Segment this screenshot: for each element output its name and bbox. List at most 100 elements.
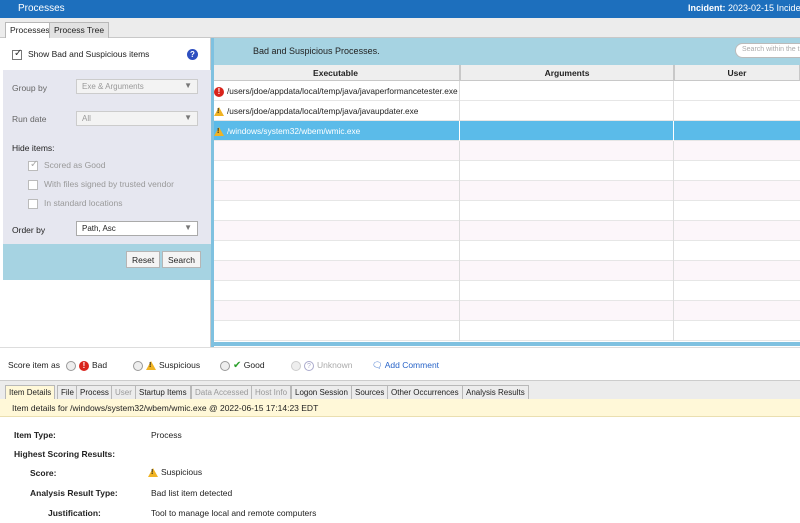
title-bar: Processes Incident: 2023-02-15 Incident — [0, 0, 800, 18]
empty-row — [211, 161, 800, 181]
user-cell — [674, 81, 800, 101]
warning-icon — [146, 361, 156, 371]
add-comment-label: Add Comment — [384, 360, 440, 370]
hide-standard-label: In standard locations — [44, 198, 123, 208]
table-search-input[interactable]: Search within the table — [735, 43, 800, 58]
table-row[interactable]: /users/jdoe/appdata/local/temp/java/java… — [211, 101, 800, 121]
horizontal-scrollbar[interactable] — [211, 342, 800, 346]
hide-signed-label: With files signed by trusted vendor — [44, 179, 174, 189]
highest-scoring-label: Highest Scoring Results: — [14, 449, 116, 459]
warning-icon — [148, 468, 158, 478]
warning-icon — [214, 127, 224, 137]
justification-value: Tool to manage local and remote computer… — [151, 508, 317, 518]
incident-label: Incident: — [688, 3, 726, 13]
tab-user[interactable]: User — [111, 385, 136, 400]
empty-row — [211, 221, 800, 241]
empty-row — [211, 321, 800, 341]
question-icon: ? — [304, 360, 314, 371]
table-row-selected[interactable]: /windows/system32/wbem/wmic.exe — [211, 121, 800, 141]
arguments-cell — [460, 121, 674, 141]
order-by-value: Path, Asc — [82, 224, 116, 233]
hide-scored-good-label: Scored as Good — [44, 160, 106, 170]
user-cell — [674, 121, 800, 141]
tab-file[interactable]: File — [57, 385, 78, 400]
show-bad-label: Show Bad and Suspicious items — [28, 49, 150, 59]
tab-host-info[interactable]: Host Info — [251, 385, 292, 400]
hide-scored-good-row: Scored as Good — [28, 159, 106, 171]
incident-info: Incident: 2023-02-15 Incident — [688, 3, 800, 13]
incident-value: 2023-02-15 Incident — [728, 3, 800, 13]
hide-signed-checkbox[interactable] — [28, 179, 38, 190]
column-header-executable[interactable]: Executable — [211, 65, 460, 81]
splitter-handle[interactable] — [211, 38, 214, 347]
tab-process-tree[interactable]: Process Tree — [49, 22, 110, 38]
reset-button[interactable]: Reset — [126, 251, 161, 268]
window-title: Processes — [18, 3, 65, 14]
check-icon: ✔ — [233, 360, 242, 371]
hide-items-label: Hide items: — [12, 143, 55, 153]
show-bad-checkbox[interactable] — [12, 48, 22, 60]
bad-radio[interactable] — [66, 360, 76, 371]
score-suspicious-option[interactable]: Suspicious — [133, 360, 200, 371]
hide-signed-row: With files signed by trusted vendor — [28, 179, 174, 190]
column-header-user[interactable]: User — [674, 65, 800, 81]
group-by-dropdown[interactable]: Exe & Arguments ▼ — [76, 79, 198, 94]
unknown-radio[interactable] — [291, 360, 301, 371]
group-by-value: Exe & Arguments — [82, 82, 144, 91]
empty-row — [211, 241, 800, 261]
score-unknown-option[interactable]: ? Unknown — [291, 360, 352, 371]
hide-scored-good-checkbox[interactable] — [28, 159, 38, 171]
good-radio[interactable] — [220, 360, 230, 371]
tab-process[interactable]: Process — [76, 385, 113, 400]
score-field-value: Suspicious — [148, 467, 203, 478]
grid-caption-band: Bad and Suspicious Processes. Search wit… — [211, 38, 800, 65]
score-good-option[interactable]: ✔ Good — [220, 360, 265, 371]
empty-row — [211, 281, 800, 301]
tab-other-occurrences[interactable]: Other Occurrences — [387, 385, 463, 400]
tab-processes[interactable]: Processes — [5, 22, 55, 38]
order-by-dropdown[interactable]: Path, Asc ▼ — [76, 221, 198, 236]
filter-panel: Show Bad and Suspicious items ? Group by… — [0, 38, 211, 347]
suspicious-radio[interactable] — [133, 360, 143, 371]
item-details-header: Item details for /windows/system32/wbem/… — [0, 399, 800, 417]
tab-logon-session[interactable]: Logon Session — [291, 385, 352, 400]
chevron-down-icon: ▼ — [184, 81, 192, 90]
tab-data-accessed[interactable]: Data Accessed — [191, 385, 253, 400]
tab-sources[interactable]: Sources — [351, 385, 389, 400]
tab-startup-items[interactable]: Startup Items — [135, 385, 191, 400]
item-type-label: Item Type: — [14, 430, 56, 440]
tab-item-details[interactable]: Item Details — [5, 385, 56, 400]
empty-row — [211, 181, 800, 201]
tab-analysis-results[interactable]: Analysis Results — [462, 385, 529, 400]
score-bar: Score item as !Bad Suspicious ✔ Good ?Un… — [0, 347, 800, 379]
unknown-label: Unknown — [317, 360, 353, 370]
search-button[interactable]: Search — [162, 251, 201, 268]
hide-standard-checkbox[interactable] — [28, 198, 38, 209]
executable-cell: /windows/system32/wbem/wmic.exe — [211, 121, 460, 141]
score-value-text: Suspicious — [161, 467, 203, 477]
warning-icon — [214, 107, 224, 117]
suspicious-label: Suspicious — [159, 360, 201, 370]
group-by-label: Group by — [12, 83, 47, 93]
executable-cell: !/users/jdoe/appdata/local/temp/java/jav… — [211, 81, 460, 101]
run-date-dropdown[interactable]: All ▼ — [76, 111, 198, 126]
analysis-type-value: Bad list item detected — [151, 488, 233, 498]
item-type-value: Process — [151, 430, 182, 440]
score-bad-option[interactable]: ! Bad — [66, 360, 107, 371]
table-row[interactable]: !/users/jdoe/appdata/local/temp/java/jav… — [211, 81, 800, 101]
chevron-down-icon: ▼ — [184, 113, 192, 122]
executable-path: /users/jdoe/appdata/local/temp/java/java… — [227, 106, 419, 116]
arguments-cell — [460, 81, 674, 101]
analysis-type-label: Analysis Result Type: — [30, 488, 118, 498]
run-date-value: All — [82, 114, 91, 123]
column-header-arguments[interactable]: Arguments — [460, 65, 674, 81]
show-bad-row: Show Bad and Suspicious items — [12, 48, 150, 60]
add-comment-link[interactable]: 🗨 Add Comment — [372, 360, 439, 371]
hide-standard-row: In standard locations — [28, 198, 122, 209]
chevron-down-icon: ▼ — [184, 223, 192, 232]
bad-label: Bad — [92, 360, 108, 370]
process-grid: Bad and Suspicious Processes. Search wit… — [211, 38, 800, 347]
empty-row — [211, 261, 800, 281]
user-cell — [674, 101, 800, 121]
help-icon[interactable]: ? — [187, 49, 198, 60]
